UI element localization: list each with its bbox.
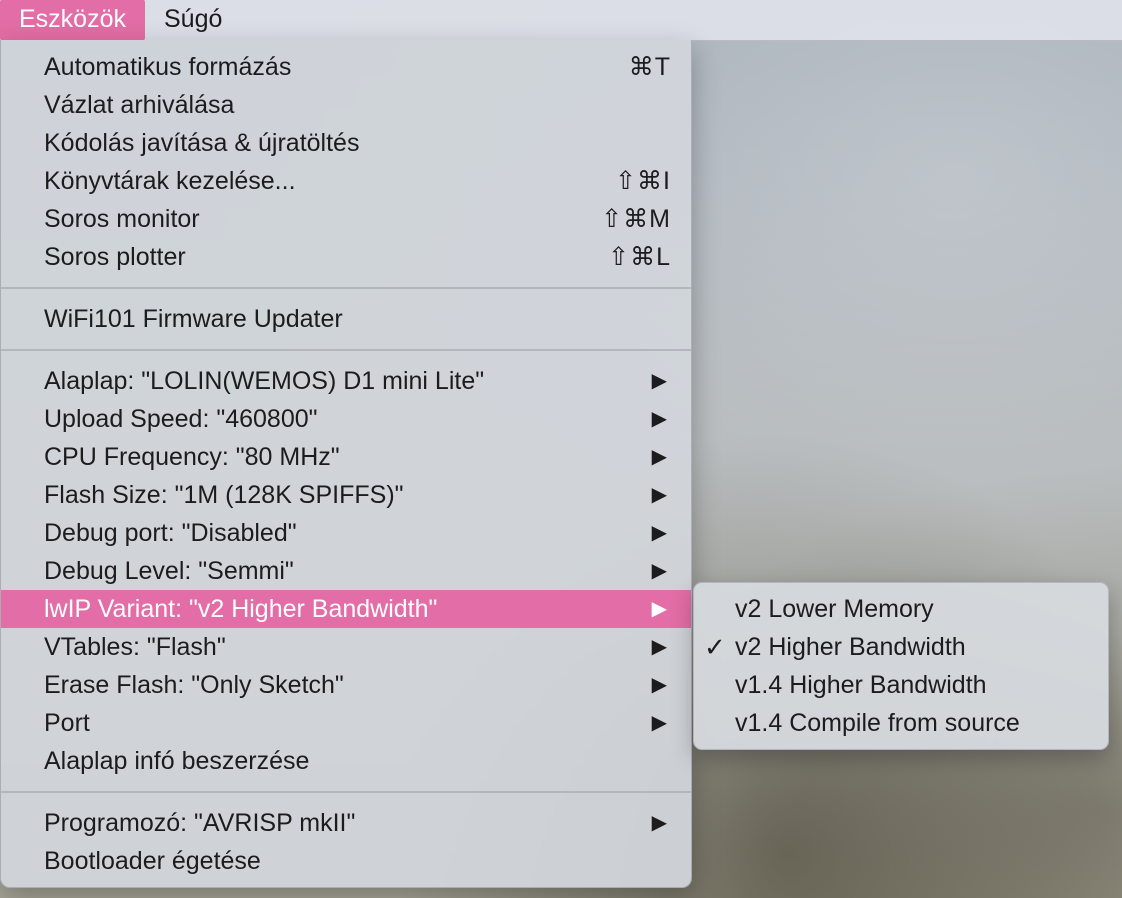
menu-separator (1, 276, 691, 300)
menu-item-label: Erase Flash: "Only Sketch" (44, 671, 344, 699)
submenu-arrow-icon: ▶ (651, 408, 667, 430)
menu-item-label: CPU Frequency: "80 MHz" (44, 443, 340, 471)
submenu-arrow-icon: ▶ (651, 598, 667, 620)
submenu-arrow-icon: ▶ (651, 560, 667, 582)
menu-item-debug-port[interactable]: Debug port: "Disabled" ▶ (1, 514, 691, 552)
menu-item-label: Port (44, 709, 90, 737)
submenu-item-label: v2 Higher Bandwidth (735, 633, 966, 661)
menu-item-burn-bootloader[interactable]: Bootloader égetése (1, 842, 691, 880)
menu-item-label: WiFi101 Firmware Updater (44, 305, 343, 333)
menu-item-label: Könyvtárak kezelése... (44, 167, 296, 195)
submenu-arrow-icon: ▶ (651, 636, 667, 658)
shortcut-label: ⌘T (628, 53, 671, 81)
menu-separator (1, 338, 691, 362)
menubar-tools[interactable]: Eszközök (0, 0, 145, 40)
submenu-arrow-icon: ▶ (651, 484, 667, 506)
submenu-arrow-icon: ▶ (651, 674, 667, 696)
shortcut-label: ⇧⌘L (608, 243, 671, 271)
menu-item-label: Flash Size: "1M (128K SPIFFS)" (44, 481, 404, 509)
menu-item-manage-libraries[interactable]: Könyvtárak kezelése... ⇧⌘I (1, 162, 691, 200)
submenu-arrow-icon: ▶ (651, 712, 667, 734)
submenu-item-label: v2 Lower Memory (735, 595, 934, 623)
submenu-item-label: v1.4 Higher Bandwidth (735, 671, 987, 699)
submenu-arrow-icon: ▶ (651, 446, 667, 468)
menu-item-label: lwIP Variant: "v2 Higher Bandwidth" (44, 595, 438, 623)
menu-item-label: Debug port: "Disabled" (44, 519, 297, 547)
menu-separator (1, 780, 691, 804)
checkmark-icon: ✓ (704, 632, 726, 662)
menu-item-fix-encoding[interactable]: Kódolás javítása & újratöltés (1, 124, 691, 162)
menu-item-vtables[interactable]: VTables: "Flash" ▶ (1, 628, 691, 666)
menu-item-label: Soros monitor (44, 205, 200, 233)
menu-item-label: Programozó: "AVRISP mkII" (44, 809, 356, 837)
menu-item-label: Automatikus formázás (44, 53, 292, 81)
menu-item-upload-speed[interactable]: Upload Speed: "460800" ▶ (1, 400, 691, 438)
menu-item-label: Alaplap: "LOLIN(WEMOS) D1 mini Lite" (44, 367, 485, 395)
menu-item-archive-sketch[interactable]: Vázlat arhiválása (1, 86, 691, 124)
lwip-variant-submenu: v2 Lower Memory ✓ v2 Higher Bandwidth v1… (693, 582, 1109, 750)
menu-item-label: Vázlat arhiválása (44, 91, 235, 119)
menu-item-programmer[interactable]: Programozó: "AVRISP mkII" ▶ (1, 804, 691, 842)
submenu-arrow-icon: ▶ (651, 812, 667, 834)
menu-item-flash-size[interactable]: Flash Size: "1M (128K SPIFFS)" ▶ (1, 476, 691, 514)
submenu-arrow-icon: ▶ (651, 522, 667, 544)
submenu-item-label: v1.4 Compile from source (735, 709, 1020, 737)
shortcut-label: ⇧⌘I (615, 167, 671, 195)
menu-item-erase-flash[interactable]: Erase Flash: "Only Sketch" ▶ (1, 666, 691, 704)
menu-item-auto-format[interactable]: Automatikus formázás ⌘T (1, 48, 691, 86)
submenu-item-v14-higher-bandwidth[interactable]: v1.4 Higher Bandwidth (694, 666, 1108, 704)
menu-item-lwip-variant[interactable]: lwIP Variant: "v2 Higher Bandwidth" ▶ (1, 590, 691, 628)
menubar-help[interactable]: Súgó (145, 0, 241, 40)
menu-item-board-info[interactable]: Alaplap infó beszerzése (1, 742, 691, 780)
menu-item-label: VTables: "Flash" (44, 633, 226, 661)
menu-item-serial-plotter[interactable]: Soros plotter ⇧⌘L (1, 238, 691, 276)
menu-item-wifi101-updater[interactable]: WiFi101 Firmware Updater (1, 300, 691, 338)
submenu-arrow-icon: ▶ (651, 370, 667, 392)
submenu-item-v2-higher-bandwidth[interactable]: ✓ v2 Higher Bandwidth (694, 628, 1108, 666)
menu-item-port[interactable]: Port ▶ (1, 704, 691, 742)
menu-item-debug-level[interactable]: Debug Level: "Semmi" ▶ (1, 552, 691, 590)
tools-menu: Automatikus formázás ⌘T Vázlat arhiválás… (0, 40, 692, 888)
submenu-item-v14-compile-from-source[interactable]: v1.4 Compile from source (694, 704, 1108, 742)
menu-item-cpu-frequency[interactable]: CPU Frequency: "80 MHz" ▶ (1, 438, 691, 476)
menu-item-label: Bootloader égetése (44, 847, 261, 875)
menu-item-serial-monitor[interactable]: Soros monitor ⇧⌘M (1, 200, 691, 238)
menu-item-label: Alaplap infó beszerzése (44, 747, 310, 775)
menu-item-label: Debug Level: "Semmi" (44, 557, 294, 585)
menu-item-board[interactable]: Alaplap: "LOLIN(WEMOS) D1 mini Lite" ▶ (1, 362, 691, 400)
shortcut-label: ⇧⌘M (601, 205, 671, 233)
menu-item-label: Kódolás javítása & újratöltés (44, 129, 360, 157)
submenu-item-v2-lower-memory[interactable]: v2 Lower Memory (694, 590, 1108, 628)
menu-item-label: Upload Speed: "460800" (44, 405, 318, 433)
menu-item-label: Soros plotter (44, 243, 186, 271)
menu-bar: Eszközök Súgó (0, 0, 1122, 41)
